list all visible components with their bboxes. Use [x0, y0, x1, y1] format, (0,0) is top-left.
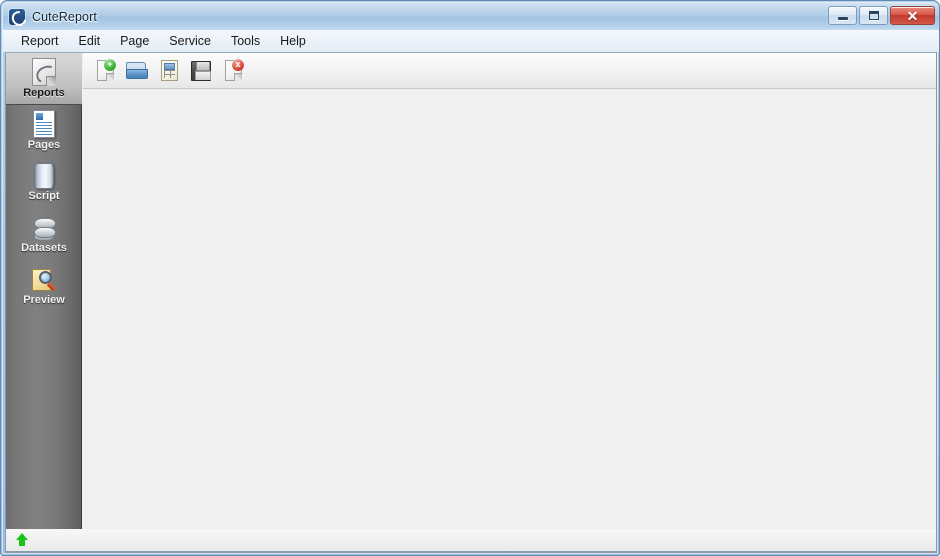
green-up-arrow-icon[interactable]	[15, 533, 29, 547]
toolbar: + x	[83, 53, 936, 89]
open-report-button[interactable]	[123, 57, 151, 85]
sidebar-item-label: Pages	[27, 139, 61, 151]
title-bar[interactable]: CuteReport ✕	[3, 3, 939, 30]
window-title: CuteReport	[32, 9, 97, 24]
sidebar: Reports Pages Script Datasets Preview	[6, 53, 82, 529]
script-icon	[34, 163, 54, 189]
menu-item-report[interactable]: Report	[11, 31, 69, 51]
sidebar-item-preview[interactable]: Preview	[6, 261, 82, 313]
open-folder-icon	[126, 62, 148, 79]
floppy-save-icon	[191, 60, 211, 81]
menu-item-tools[interactable]: Tools	[221, 31, 270, 51]
maximize-button[interactable]	[859, 6, 888, 25]
sidebar-item-pages[interactable]: Pages	[6, 105, 82, 157]
close-icon: ✕	[906, 7, 919, 24]
plus-badge-icon: +	[104, 58, 116, 71]
x-badge-icon: x	[232, 58, 244, 71]
sidebar-item-datasets[interactable]: Datasets	[6, 209, 82, 261]
cutereport-logo-icon[interactable]	[9, 8, 25, 25]
status-bar	[5, 529, 937, 552]
window-controls: ✕	[828, 6, 935, 25]
sidebar-item-label: Preview	[23, 294, 65, 306]
sidebar-item-reports[interactable]: Reports	[6, 53, 82, 105]
minimize-icon	[837, 16, 848, 20]
application-window: CuteReport ✕ Report Edit Page Service To…	[0, 0, 940, 556]
sidebar-item-label: Reports	[23, 87, 65, 99]
close-button[interactable]: ✕	[890, 6, 935, 25]
save-as-report-button[interactable]	[155, 57, 183, 85]
maximize-icon	[868, 11, 879, 20]
minimize-button[interactable]	[828, 6, 857, 25]
client-area: Reports Pages Script Datasets Preview + …	[5, 52, 937, 553]
menu-item-edit[interactable]: Edit	[69, 31, 111, 51]
sidebar-item-label: Script	[28, 190, 60, 202]
new-report-button[interactable]: +	[91, 57, 119, 85]
menu-item-page[interactable]: Page	[110, 31, 159, 51]
save-report-button[interactable]	[187, 57, 215, 85]
sidebar-item-label: Datasets	[21, 242, 67, 254]
menu-item-help[interactable]: Help	[270, 31, 316, 51]
report-canvas[interactable]	[83, 90, 936, 552]
preview-icon	[31, 267, 57, 293]
pages-icon	[33, 110, 55, 138]
menu-item-service[interactable]: Service	[159, 31, 221, 51]
close-report-button[interactable]: x	[219, 57, 247, 85]
menu-bar: Report Edit Page Service Tools Help	[3, 30, 939, 52]
reports-icon	[32, 58, 56, 86]
sidebar-item-script[interactable]: Script	[6, 157, 82, 209]
datasets-icon	[31, 215, 57, 241]
report-table-icon	[160, 60, 178, 81]
